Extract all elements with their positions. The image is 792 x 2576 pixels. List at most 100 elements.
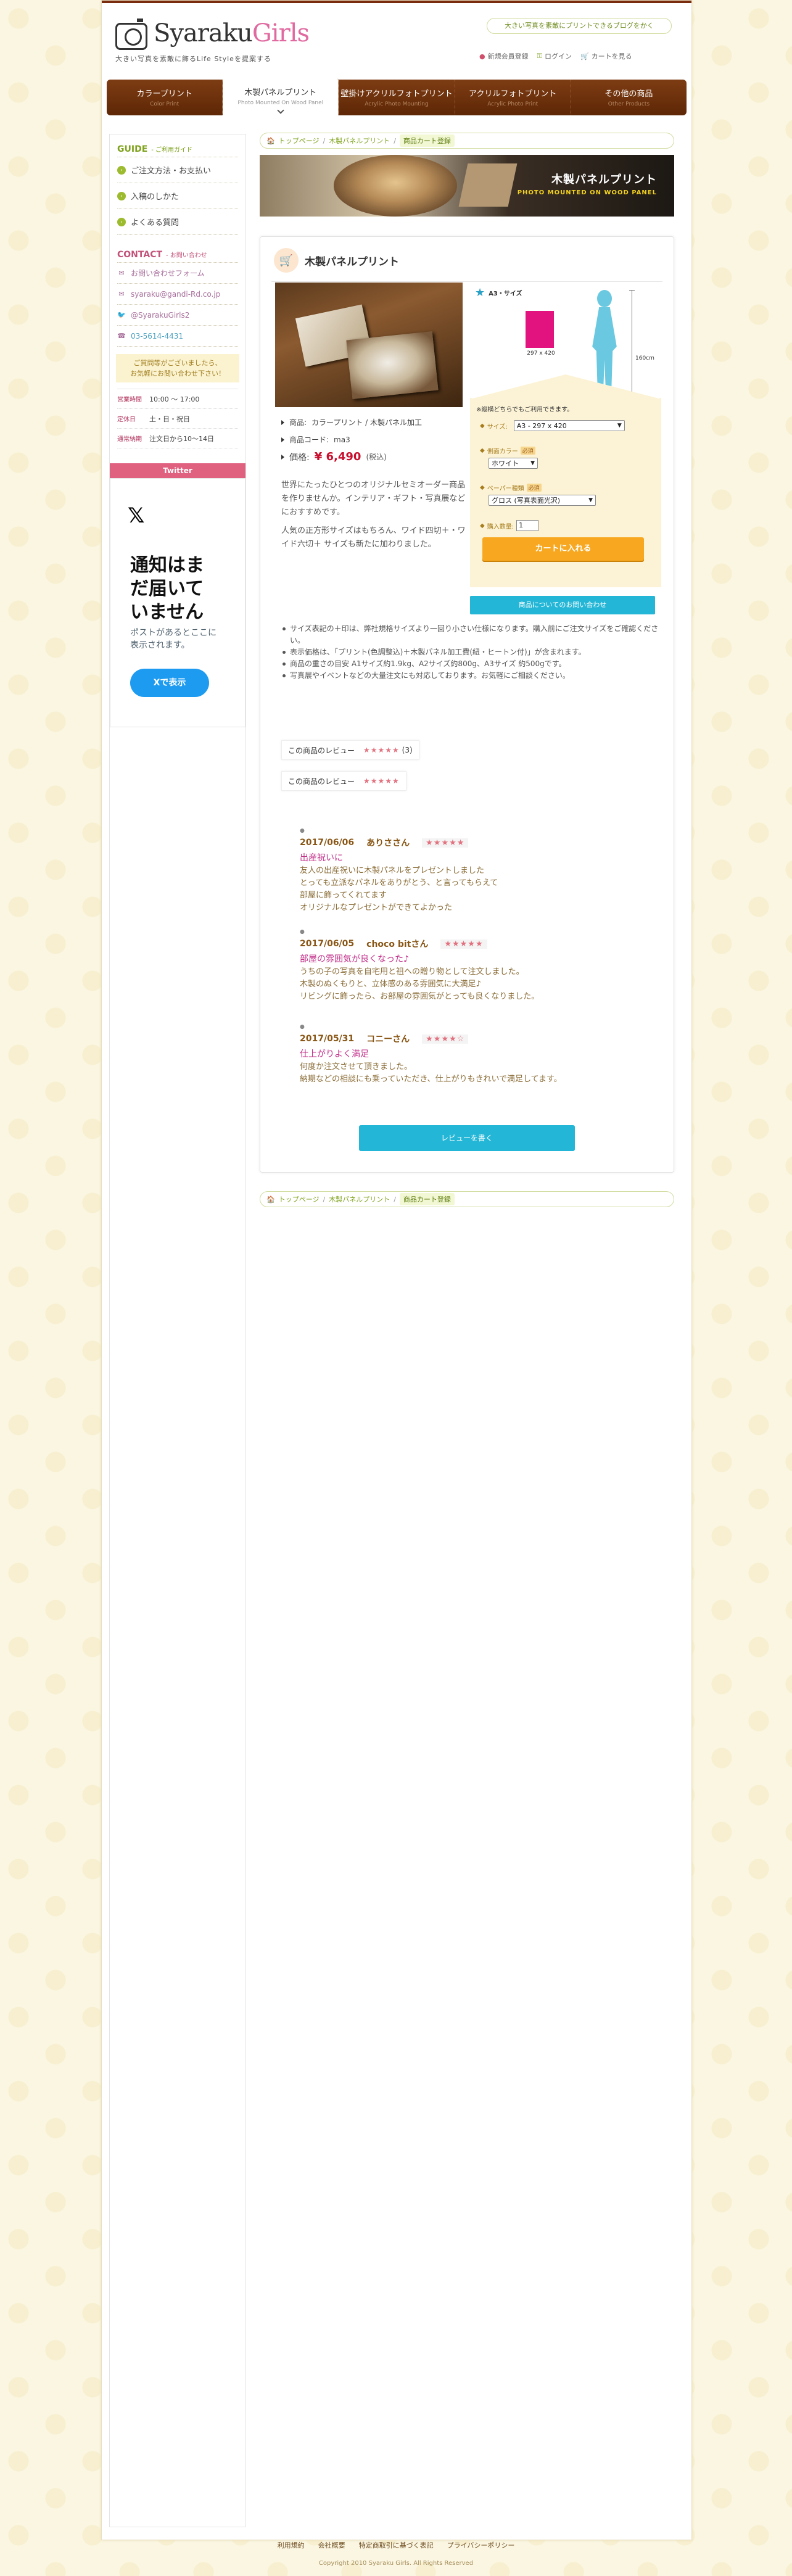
product-code-row: 商品コード: ma3 xyxy=(281,434,350,445)
size-select[interactable]: A3 - 297 x 420 ▼ xyxy=(513,420,625,431)
gnav-sublabel: Other Products xyxy=(608,101,650,107)
note-item: 写真展やイベントなどの大量注文にも対応しております。お気軽にご相談ください。 xyxy=(281,670,664,682)
review-body: うちの子の写真を自宅用と祖への贈り物として注文しました。 木製のぬくもりと、立体… xyxy=(300,967,540,1001)
price-label: 価格: xyxy=(289,452,310,463)
review-stars: ★★★★★ xyxy=(422,838,469,848)
footer-link-terms[interactable]: 利用規約 xyxy=(278,2540,305,2550)
cart-icon: 🛒 xyxy=(580,52,589,60)
breadcrumb-current: 商品カート登録 xyxy=(399,1193,455,1205)
breadcrumb-bottom: 🏠 トップページ / 木製パネルプリント / 商品カート登録 xyxy=(260,1191,674,1207)
gnav-other[interactable]: その他の商品 Other Products xyxy=(571,80,687,115)
gnav-wall-acrylic[interactable]: 壁掛けアクリルフォトプリント Acrylic Photo Mounting xyxy=(339,80,455,115)
contact-email-link[interactable]: ✉ syaraku@gandi-Rd.co.jp xyxy=(117,284,238,305)
contact-heading: CONTACT - お問い合わせ xyxy=(117,250,238,263)
chevron-down-icon: ▼ xyxy=(588,497,593,503)
footer-link-commercial-law[interactable]: 特定商取引に基づく表記 xyxy=(359,2540,434,2550)
add-to-cart-button[interactable]: カートに入れる xyxy=(482,537,644,561)
breadcrumb: 🏠 トップページ / 木製パネルプリント / 商品カート登録 xyxy=(260,133,674,149)
review-title: 仕上がりよく満足 xyxy=(300,1049,369,1059)
chevron-right-icon: › xyxy=(117,191,126,200)
price-value: ¥ 6,490 xyxy=(314,450,361,463)
breadcrumb-category[interactable]: 木製パネルプリント xyxy=(329,136,390,146)
review-author: choco bitさん xyxy=(366,939,429,949)
login-label: ログイン xyxy=(544,52,572,60)
hours-value: 土・日・祝日 xyxy=(149,415,190,423)
user-icon: ● xyxy=(479,52,485,60)
side-color-select[interactable]: ホワイト ▼ xyxy=(489,458,538,469)
review-body: 友人の出産祝いに木製パネルをプレゼントしました とっても立派なパネルをありがとう… xyxy=(300,866,498,912)
review-item: ● 2017/06/06 ありささん ★★★★★ 出産祝いに 友人の出産祝いに木製パ… xyxy=(300,828,645,914)
category-banner: 木製パネルプリント PHOTO MOUNTED ON WOOD PANEL xyxy=(260,155,674,217)
contact-twitter-link[interactable]: 🐦 @SyarakuGirls2 xyxy=(117,305,238,326)
contact-phone[interactable]: ☎ 03-5614-4431 xyxy=(117,326,238,347)
review-author: ありささん xyxy=(366,838,410,848)
sidebar: GUIDE - ご利用ガイド › ご注文方法・お支払い › 入稿のしかた › よくある質… xyxy=(109,134,246,2527)
rating-stars: ★★★★★ xyxy=(363,777,400,785)
product-notes: サイズ表記の＋印は、弊社規格サイズより一回り小さい仕様になります。購入前にご注文… xyxy=(281,623,664,682)
breadcrumb-home[interactable]: トップページ xyxy=(279,1194,320,1204)
footer-link-company[interactable]: 会社概要 xyxy=(318,2540,345,2550)
hours-key: 定休日 xyxy=(117,416,136,423)
review-date: 2017/06/05 xyxy=(300,939,355,949)
paper-type-select[interactable]: グロス (写真表面光沢) ▼ xyxy=(489,495,596,506)
chevron-down-icon: ▼ xyxy=(530,460,535,466)
size-label-text: A3・サイズ xyxy=(489,291,522,297)
gnav-sublabel: Acrylic Photo Print xyxy=(487,101,538,107)
guide-item-order[interactable]: › ご注文方法・お支払い xyxy=(117,157,238,183)
gnav-wood-panel[interactable]: 木製パネルプリント Photo Mounted On Wood Panel xyxy=(223,78,339,115)
blog-link[interactable]: 大きい写真を素敵にプリントできるブログをかく xyxy=(487,18,672,34)
breadcrumb-separator: / xyxy=(394,1195,396,1203)
gnav-acrylic[interactable]: アクリルフォトプリント Acrylic Photo Print xyxy=(455,80,571,115)
divider xyxy=(271,281,662,282)
site-logo[interactable]: SyarakuGirls 大きい写真を素敵に飾るLife Styleを提案する xyxy=(115,19,310,63)
logo-tagline: 大きい写真を素敵に飾るLife Styleを提案する xyxy=(115,55,271,63)
required-badge: 必須 xyxy=(526,484,542,492)
paper-type-value: グロス (写真表面光沢) xyxy=(492,497,561,505)
twitter-widget: 𝕏 通知はま だ届いて いません ポストがあるとここに 表示されます。 Xで表示 xyxy=(110,478,245,727)
guide-item-label: 入稿のしかた xyxy=(131,192,179,202)
register-link[interactable]: ● 新規会員登録 xyxy=(479,50,529,62)
gnav-color-print[interactable]: カラープリント Color Print xyxy=(107,80,223,115)
twitter-empty-text: ポストがあるとここに 表示されます。 xyxy=(130,628,217,650)
product-inquiry-button[interactable]: 商品についてのお問い合わせ xyxy=(470,596,655,614)
hours-value: 注文日から10〜14日 xyxy=(149,434,214,443)
contact-label: syaraku@gandi-Rd.co.jp xyxy=(131,289,221,299)
triangle-bullet-icon xyxy=(281,437,284,442)
cart-icon: 🛒 xyxy=(274,248,299,273)
side-color-value: ホワイト xyxy=(492,460,519,468)
write-review-button[interactable]: レビューを書く xyxy=(359,1125,575,1151)
star-icon: ★ xyxy=(475,286,485,299)
page-container: SyarakuGirls 大きい写真を素敵に飾るLife Styleを提案する … xyxy=(101,0,692,2540)
paper-type-field: ◆ ペーパー種類 必須 グロス (写真表面光沢) ▼ xyxy=(480,483,653,506)
quantity-field: ◆ 購入数量: 1 xyxy=(480,520,653,531)
gnav-label: カラープリント xyxy=(136,89,192,99)
guide-item-faq[interactable]: › よくある質問 xyxy=(117,209,238,235)
mail-icon: ✉ xyxy=(118,269,125,277)
bullet-icon: ● xyxy=(300,929,305,935)
contact-form-link[interactable]: ✉ お問い合わせフォーム xyxy=(117,263,238,284)
gnav-label: その他の商品 xyxy=(604,89,653,99)
required-badge: 必須 xyxy=(520,447,535,455)
guide-item-upload[interactable]: › 入稿のしかた xyxy=(117,183,238,209)
chevron-down-icon: ▼ xyxy=(617,423,622,429)
camera-icon xyxy=(115,19,147,50)
review-count: (3) xyxy=(402,746,413,754)
contact-note: ご質問等がございましたら、 お気軽にお問い合わせ下さい！ xyxy=(116,354,239,382)
review-summary-label: この商品のレビュー xyxy=(288,777,355,786)
breadcrumb-separator: / xyxy=(323,136,326,145)
view-on-x-button[interactable]: Xで表示 xyxy=(130,669,209,697)
business-hours: 営業時間 10:00 〜 17:00 定休日 土・日・祝日 通常納期 注文日から10〜… xyxy=(117,389,238,448)
quantity-input[interactable]: 1 xyxy=(516,520,539,531)
breadcrumb-home[interactable]: トップページ xyxy=(279,136,320,146)
breadcrumb-category[interactable]: 木製パネルプリント xyxy=(329,1194,390,1204)
login-link[interactable]: ⚿ ログイン xyxy=(537,50,572,62)
review-item: ● 2017/05/31 コニーさん ★★★★☆ 仕上がりよく満足 何度か注文させて… xyxy=(300,1024,645,1086)
header-nav: ● 新規会員登録 ⚿ ログイン 🛒 カートを見る xyxy=(479,50,683,62)
view-cart-link[interactable]: 🛒 カートを見る xyxy=(580,50,632,62)
product-name-row: 商品: カラープリント / 木製パネル加工 xyxy=(281,417,422,427)
footer-link-privacy[interactable]: プライバシーポリシー xyxy=(447,2540,515,2550)
product-image[interactable] xyxy=(275,283,463,407)
top-accent-line xyxy=(102,1,691,3)
description-paragraph: 人気の正方形サイズはもちろん、ワイド四切＋・ワイド六切＋ サイズも新たに加わりま… xyxy=(281,526,466,549)
product-code-label: 商品コード: xyxy=(289,436,329,444)
